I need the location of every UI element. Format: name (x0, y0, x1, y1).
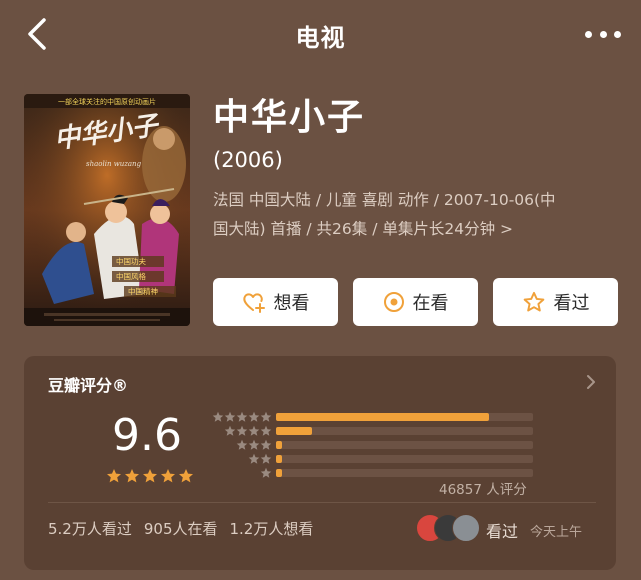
rating-card[interactable]: 豆瓣评分® 9.6 46857 人评分 5.2万人看过 905人在看 1.2万人… (24, 356, 616, 570)
distribution-bar (276, 440, 283, 449)
divider (48, 502, 596, 503)
action-buttons: 想看 在看 看过 (213, 278, 618, 326)
distribution-row-3-star (210, 438, 550, 451)
watched-count: 5.2万人看过 (48, 520, 132, 538)
heart-plus-icon (242, 293, 265, 313)
distribution-track (276, 468, 533, 477)
poster-headline: 一部全球关注的中国原创动画片 (58, 97, 156, 106)
chevron-right-icon (587, 375, 595, 389)
distribution-row-2-star (210, 452, 550, 465)
row-stars (210, 439, 276, 451)
show-title: 中华小子 (213, 97, 366, 138)
distribution-track (276, 412, 533, 421)
star-icon (161, 469, 175, 483)
star-icon (179, 469, 193, 483)
distribution-track (276, 426, 533, 435)
poster-subtitle-art: shaolin wuzang (86, 160, 142, 168)
rating-label: 豆瓣评分® (48, 376, 129, 395)
rating-card-arrow[interactable] (586, 374, 596, 394)
page-title: 电视 (295, 24, 346, 52)
distribution-track (276, 440, 533, 449)
watching-button[interactable]: 在看 (353, 278, 478, 326)
chevron-right-icon: > (500, 220, 514, 238)
distribution-bar (276, 454, 283, 463)
meta-line-2: 国大陆) 首播 / 共26集 / 单集片长24分钟 > (213, 215, 623, 244)
rating-score: 9.6 (112, 410, 182, 461)
more-button[interactable] (585, 24, 621, 44)
distribution-row-4-star (210, 424, 550, 437)
rating-stars (106, 468, 194, 484)
watching-label: 在看 (412, 293, 449, 314)
star-icon (125, 469, 139, 483)
show-info: 中华小子 (2006) 法国 中国大陆 / 儿童 喜剧 动作 / 2007-10… (213, 96, 623, 244)
watched-label: 看过 (553, 293, 590, 314)
show-meta[interactable]: 法国 中国大陆 / 儿童 喜剧 动作 / 2007-10-06(中 国大陆) 首… (213, 186, 623, 244)
show-year: (2006) (213, 148, 283, 172)
audience-stats[interactable]: 5.2万人看过 905人在看 1.2万人想看 (48, 518, 313, 539)
meta-line-2-text: 国大陆) 首播 / 共26集 / 单集片长24分钟 (213, 220, 496, 238)
star-icon (107, 469, 121, 483)
poster-tag-1: 中国功夫 (116, 256, 146, 266)
distribution-bar (276, 426, 312, 435)
more-dots-icon (585, 30, 592, 38)
rating-count: 46857 人评分 (439, 482, 527, 498)
row-stars (210, 467, 276, 479)
star-outline-icon (523, 291, 544, 312)
more-dot (599, 30, 607, 38)
distribution-track (276, 454, 533, 463)
distribution-bar (276, 468, 283, 477)
meta-line-1: 法国 中国大陆 / 儿童 喜剧 动作 / 2007-10-06(中 (213, 191, 556, 209)
watching-count: 905人在看 (143, 520, 218, 538)
poster-image[interactable]: 一部全球关注的中国原创动画片 中华小子 shaolin wuzang 中国功夫 … (24, 94, 190, 326)
star-icon (143, 469, 157, 483)
distribution-row-5-star (210, 410, 550, 423)
target-circle-icon (383, 292, 404, 312)
avatar (452, 514, 480, 542)
row-stars (210, 425, 276, 437)
rating-distribution (210, 410, 550, 480)
row-stars (210, 411, 276, 423)
want-count: 1.2万人想看 (229, 520, 314, 538)
more-dot (614, 30, 621, 38)
row-stars (210, 453, 276, 465)
watched-button[interactable]: 看过 (493, 278, 618, 326)
friend-avatars[interactable] (416, 514, 496, 542)
poster-tag-3: 中国精神 (128, 286, 158, 296)
want-to-watch-button[interactable]: 想看 (213, 278, 338, 326)
friends-watched-time: 今天上午 (530, 525, 583, 540)
friends-watched-label: 看过 (486, 522, 519, 541)
want-to-watch-label: 想看 (273, 293, 310, 314)
top-bar: 电视 (0, 0, 641, 70)
poster-tag-2: 中国风格 (116, 271, 146, 281)
distribution-bar (276, 412, 490, 421)
